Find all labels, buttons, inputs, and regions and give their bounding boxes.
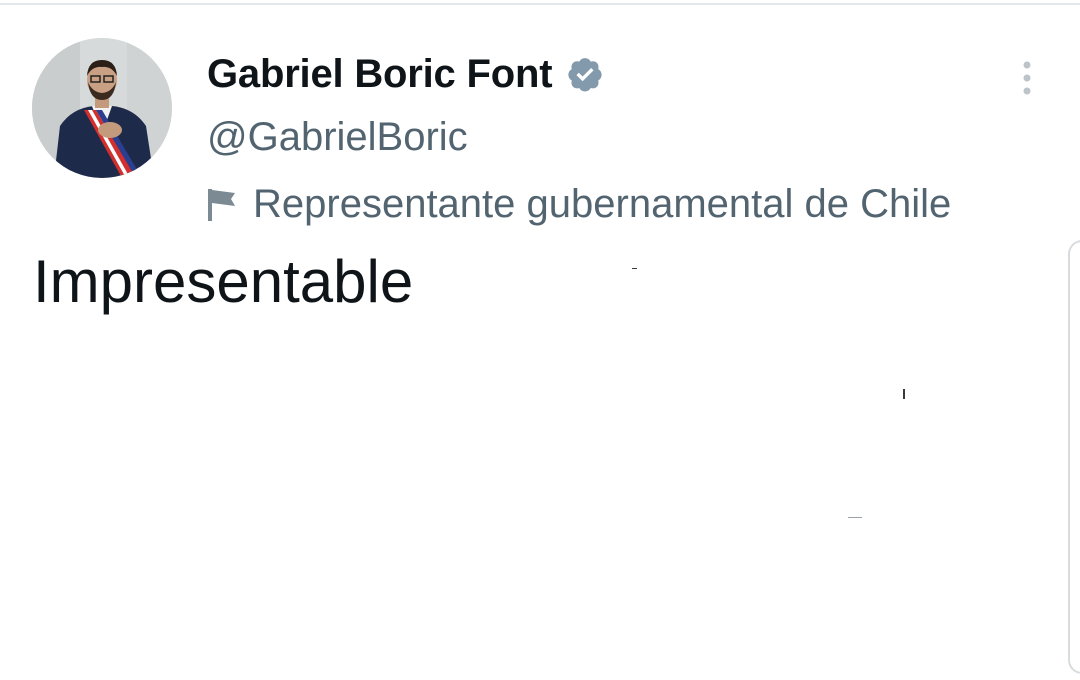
- more-options-icon[interactable]: [1010, 58, 1044, 100]
- display-name[interactable]: Gabriel Boric Font: [207, 52, 553, 97]
- verified-badge-icon: [566, 55, 604, 93]
- government-label-text: Representante gubernamental de Chile: [253, 181, 952, 226]
- user-handle[interactable]: @GabrielBoric: [207, 112, 1080, 162]
- tweet-card: Gabriel Boric Font @GabrielBoric Represe…: [0, 0, 1080, 680]
- top-divider: [0, 3, 1080, 5]
- name-row: Gabriel Boric Font: [207, 48, 1080, 100]
- tweet-header: Gabriel Boric Font @GabrielBoric: [207, 48, 1080, 162]
- artifact-speck: [848, 517, 862, 518]
- flag-icon: [205, 185, 239, 223]
- avatar-photo: [32, 38, 172, 178]
- tweet-text: Impresentable: [33, 248, 414, 315]
- avatar[interactable]: [32, 38, 172, 178]
- artifact-speck: [632, 268, 637, 269]
- artifact-speck: [903, 389, 905, 399]
- side-panel-edge: [1068, 240, 1080, 674]
- government-label[interactable]: Representante gubernamental de Chile: [205, 178, 951, 230]
